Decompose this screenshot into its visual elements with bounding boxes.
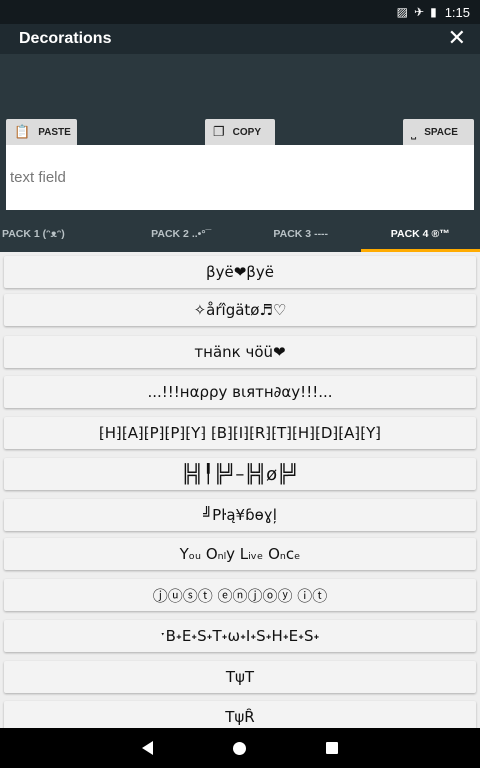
home-icon[interactable] bbox=[233, 741, 246, 755]
copy-icon: ❐ bbox=[213, 124, 225, 139]
clipboard-icon: 📋 bbox=[14, 124, 31, 139]
tab-pack-4[interactable]: PACK 4 ®™ bbox=[360, 215, 480, 252]
list-item[interactable]: ╝Pŀą¥ɓѳɣļ bbox=[4, 499, 476, 531]
space-button[interactable]: ⎵ SPACE bbox=[403, 119, 474, 145]
list-item[interactable]: ΤψΤ bbox=[4, 661, 476, 693]
airplane-icon: ✈ bbox=[414, 5, 425, 19]
tab-pack-2[interactable]: PACK 2 ..•°¯ bbox=[122, 215, 242, 252]
space-icon: ⎵ bbox=[411, 124, 417, 139]
tab-pack-1[interactable]: PACK 1 (ᵔᴥᵔ) bbox=[0, 215, 122, 252]
status-time: 1:15 bbox=[444, 4, 470, 20]
copy-button[interactable]: ❐ COPY bbox=[205, 119, 275, 145]
close-icon[interactable]: ✕ bbox=[448, 28, 466, 50]
text-field-input[interactable] bbox=[6, 145, 474, 210]
toolbar: Decorations ✕ bbox=[0, 24, 480, 54]
list-item[interactable]: βyë❤βyë bbox=[4, 256, 476, 288]
paste-button[interactable]: 📋 PASTE bbox=[6, 119, 77, 145]
tab-pack-3[interactable]: PACK 3 ---- bbox=[241, 215, 361, 252]
list-item[interactable]: ˑB˖E˖S˖T˖ω˖I˖S˖H˖E˖S˖ bbox=[4, 620, 476, 652]
paste-button-label: PASTE bbox=[38, 126, 71, 138]
decoration-list[interactable]: βyë❤βyë ✧åŕîgätø♬♡ тнänк чöü❤ ...!!!нαρρ… bbox=[0, 252, 480, 728]
list-item[interactable]: тнänк чöü❤ bbox=[4, 336, 476, 368]
list-item[interactable]: ...!!!нαρρу вιятн∂αу!!!... bbox=[4, 376, 476, 408]
list-item[interactable]: ⓙⓤⓢⓣ ⓔⓝⓙⓞⓨ ⓘⓣ bbox=[4, 579, 476, 611]
list-item[interactable]: ΤψȒ bbox=[4, 701, 476, 728]
navigation-bar bbox=[0, 728, 480, 768]
back-icon[interactable] bbox=[142, 741, 153, 755]
pack-tabs: PACK 1 (ᵔᴥᵔ) PACK 2 ..•°¯ PACK 3 ---- PA… bbox=[0, 215, 480, 252]
space-button-label: SPACE bbox=[424, 126, 458, 138]
page-title: Decorations bbox=[19, 30, 112, 47]
battery-icon: ▮ bbox=[430, 5, 437, 19]
list-item[interactable]: ╠╣╿╠╝–╠╣ø╠╝ bbox=[4, 458, 476, 490]
list-item[interactable]: ✧åŕîgätø♬♡ bbox=[4, 294, 476, 326]
status-bar: ▨ ✈ ▮ 1:15 bbox=[0, 0, 480, 24]
recents-icon[interactable] bbox=[326, 742, 338, 754]
copy-button-label: COPY bbox=[232, 126, 261, 138]
list-item[interactable]: Yₒᵤ Oₙₗy Lᵢᵥₑ Oₙcₑ bbox=[4, 538, 476, 570]
list-item[interactable]: ⁅H⁆⁅A⁆⁅P⁆⁅P⁆⁅Y⁆ ⁅B⁆⁅I⁆⁅R⁆⁅T⁆⁅H⁆⁅D⁆⁅A⁆⁅Y⁆ bbox=[4, 417, 476, 449]
no-sim-icon: ▨ bbox=[396, 5, 409, 19]
